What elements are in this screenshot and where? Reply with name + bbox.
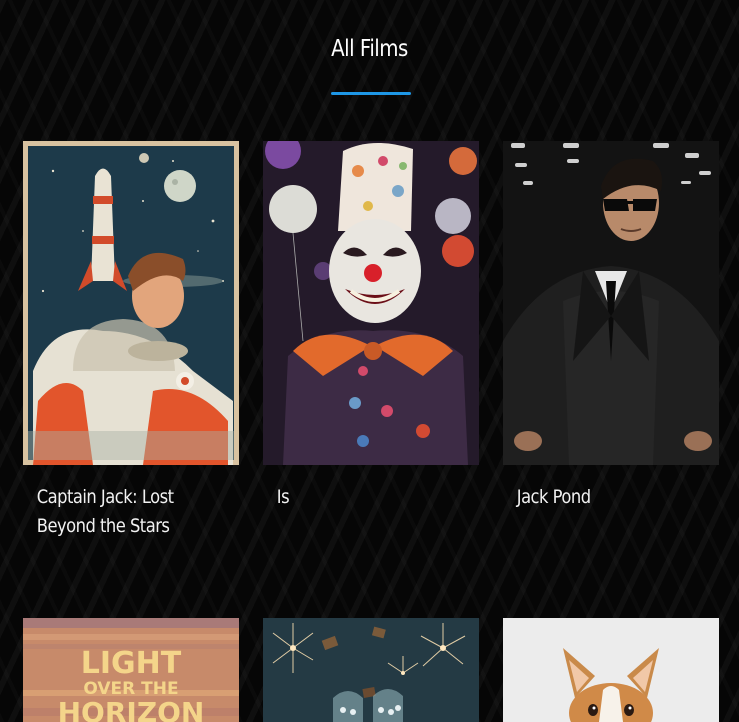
cartoon-corgi-poster xyxy=(503,618,719,722)
film-card-is[interactable]: Is xyxy=(263,141,479,512)
film-card-fireworks[interactable] xyxy=(263,618,479,722)
astronaut-rocket-poster xyxy=(23,141,239,465)
fireworks-castle-poster xyxy=(263,618,479,722)
film-card-captain-jack[interactable]: Captain Jack: Lost Beyond the Stars xyxy=(23,141,239,541)
poster-text-line-1: LIGHT xyxy=(81,646,182,681)
film-poster[interactable] xyxy=(263,618,479,722)
light-over-the-horizon-poster: LIGHT OVER THE HORIZON xyxy=(23,618,239,722)
film-poster[interactable] xyxy=(263,141,479,465)
film-title[interactable]: Captain Jack: Lost Beyond the Stars xyxy=(23,465,229,541)
section-title: All Films xyxy=(331,36,408,62)
film-title[interactable]: Jack Pond xyxy=(503,465,709,512)
film-poster[interactable] xyxy=(503,618,719,722)
film-card-jack-pond[interactable]: Jack Pond xyxy=(503,141,719,512)
film-poster[interactable] xyxy=(23,141,239,465)
poster-text-line-3: HORIZON xyxy=(58,696,205,722)
title-underline xyxy=(331,92,411,95)
film-poster[interactable] xyxy=(503,141,719,465)
film-card-corgi[interactable] xyxy=(503,618,719,722)
agent-sunglasses-poster xyxy=(503,141,719,465)
clown-balloons-poster xyxy=(263,141,479,465)
film-title[interactable]: Is xyxy=(263,465,469,512)
film-card-light-over-the-horizon[interactable]: LIGHT OVER THE HORIZON xyxy=(23,618,239,722)
film-poster[interactable]: LIGHT OVER THE HORIZON xyxy=(23,618,239,722)
